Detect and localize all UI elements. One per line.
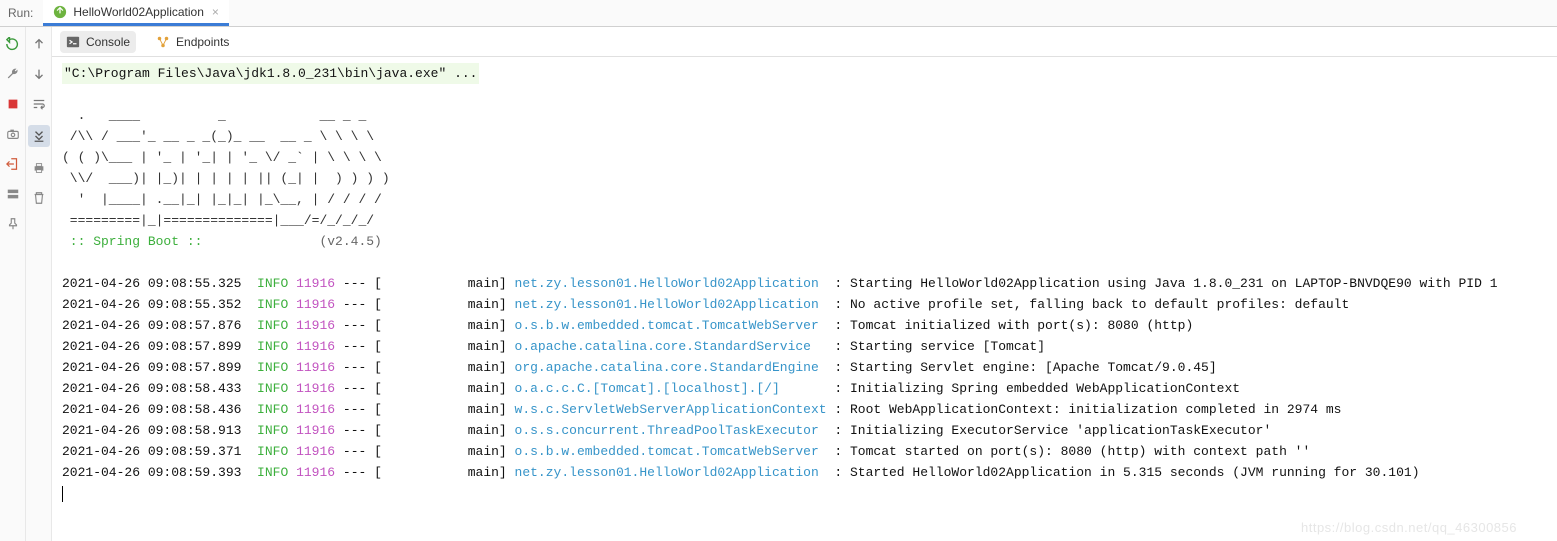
log-line: 2021-04-26 09:08:58.913 INFO 11916 --- […	[62, 420, 1547, 441]
print-icon[interactable]	[30, 159, 48, 177]
log-line: 2021-04-26 09:08:57.899 INFO 11916 --- […	[62, 336, 1547, 357]
layout-icon[interactable]	[4, 185, 22, 203]
close-tab-icon[interactable]: ×	[212, 5, 219, 19]
tab-console-label: Console	[86, 35, 130, 49]
log-line: 2021-04-26 09:08:59.393 INFO 11916 --- […	[62, 462, 1547, 483]
log-line: 2021-04-26 09:08:58.436 INFO 11916 --- […	[62, 399, 1547, 420]
console-icon	[66, 35, 80, 49]
caret	[62, 486, 63, 502]
console-output[interactable]: "C:\Program Files\Java\jdk1.8.0_231\bin\…	[52, 57, 1557, 541]
left-action-toolbar	[0, 27, 26, 541]
down-arrow-icon[interactable]	[30, 65, 48, 83]
spring-boot-icon	[53, 5, 67, 19]
log-line: 2021-04-26 09:08:55.325 INFO 11916 --- […	[62, 273, 1547, 294]
console-action-toolbar	[26, 27, 52, 541]
endpoints-icon	[156, 35, 170, 49]
log-line: 2021-04-26 09:08:57.876 INFO 11916 --- […	[62, 315, 1547, 336]
tab-console[interactable]: Console	[60, 31, 136, 53]
run-toolwindow-header: Run: HelloWorld02Application ×	[0, 0, 1557, 27]
log-line: 2021-04-26 09:08:55.352 INFO 11916 --- […	[62, 294, 1547, 315]
pin-icon[interactable]	[4, 215, 22, 233]
trash-icon[interactable]	[30, 189, 48, 207]
log-line: 2021-04-26 09:08:57.899 INFO 11916 --- […	[62, 357, 1547, 378]
spring-banner: . ____ _ __ _ _ /\\ / ___'_ __ _ _(_)_ _…	[62, 108, 390, 228]
spring-version: (v2.4.5)	[319, 234, 381, 249]
tab-endpoints[interactable]: Endpoints	[150, 31, 235, 53]
tab-endpoints-label: Endpoints	[176, 35, 229, 49]
rerun-icon[interactable]	[4, 35, 22, 53]
run-config-tab[interactable]: HelloWorld02Application ×	[43, 0, 229, 26]
log-line: 2021-04-26 09:08:58.433 INFO 11916 --- […	[62, 378, 1547, 399]
spring-boot-label: :: Spring Boot ::	[62, 234, 210, 249]
log-line: 2021-04-26 09:08:59.371 INFO 11916 --- […	[62, 441, 1547, 462]
up-arrow-icon[interactable]	[30, 35, 48, 53]
command-line: "C:\Program Files\Java\jdk1.8.0_231\bin\…	[62, 63, 479, 84]
toolwindow-subtabs: Console Endpoints	[52, 27, 1557, 57]
camera-icon[interactable]	[4, 125, 22, 143]
wrench-icon[interactable]	[4, 65, 22, 83]
stop-icon[interactable]	[4, 95, 22, 113]
run-config-name: HelloWorld02Application	[73, 5, 204, 19]
run-label: Run:	[8, 6, 33, 20]
soft-wrap-icon[interactable]	[30, 95, 48, 113]
scroll-to-end-icon[interactable]	[28, 125, 50, 147]
exit-icon[interactable]	[4, 155, 22, 173]
